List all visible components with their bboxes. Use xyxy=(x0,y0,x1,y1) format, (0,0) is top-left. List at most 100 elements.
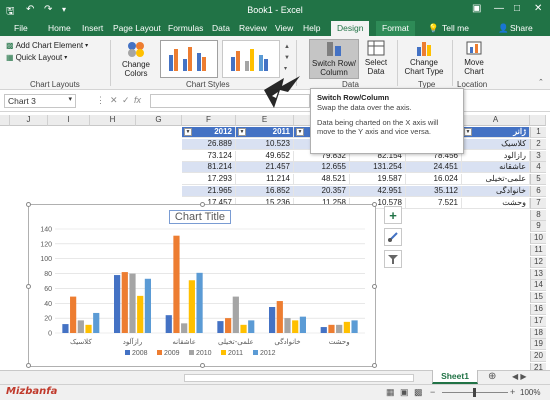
resize-handle[interactable] xyxy=(26,284,31,289)
tab-data[interactable]: Data xyxy=(212,23,230,33)
table-cell[interactable]: کلاسیک xyxy=(462,138,530,150)
table-cell[interactable]: 26.889 xyxy=(182,138,236,150)
row-header[interactable]: 20 xyxy=(530,351,546,363)
add-sheet-icon[interactable]: ⊕ xyxy=(488,371,496,382)
table-header-cell[interactable]: ▼ 2012 xyxy=(182,127,236,138)
table-cell[interactable]: 16.852 xyxy=(236,186,294,197)
row-header[interactable]: 19 xyxy=(530,339,546,351)
table-cell[interactable]: 48.521 xyxy=(294,174,350,186)
column-header[interactable]: I xyxy=(48,115,90,126)
resize-handle[interactable] xyxy=(372,202,377,207)
row-header[interactable]: 5 xyxy=(530,174,546,186)
resize-handle[interactable] xyxy=(26,363,31,368)
table-cell[interactable]: 21.965 xyxy=(182,186,236,197)
table-cell[interactable]: 21.457 xyxy=(236,162,294,174)
tab-review[interactable]: Review xyxy=(239,23,267,33)
table-cell[interactable]: 131.254 xyxy=(350,162,406,174)
maximize-button[interactable]: □ xyxy=(514,3,520,14)
view-normal-icon[interactable]: ▦ xyxy=(386,387,395,398)
table-cell[interactable]: 81.214 xyxy=(182,162,236,174)
zoom-slider-thumb[interactable] xyxy=(473,388,476,397)
fx-icon[interactable]: fx xyxy=(134,95,141,105)
name-box[interactable]: Chart 3 ▾ xyxy=(4,94,76,108)
resize-handle[interactable] xyxy=(200,363,205,368)
table-cell[interactable]: 35.112 xyxy=(406,186,462,197)
column-header[interactable]: E xyxy=(236,115,294,126)
tab-format[interactable]: Format xyxy=(376,21,415,36)
tab-insert[interactable]: Insert xyxy=(82,23,103,33)
change-colors-button[interactable]: Change Colors xyxy=(116,39,156,78)
switch-row-column-button[interactable]: Switch Row/ Column xyxy=(309,39,359,79)
table-cell[interactable]: 20.357 xyxy=(294,186,350,197)
row-header[interactable]: 2 xyxy=(530,138,546,150)
resize-handle[interactable] xyxy=(200,202,205,207)
chart-style-2[interactable] xyxy=(222,40,280,78)
table-cell[interactable]: 11.214 xyxy=(236,174,294,186)
row-header[interactable]: 1 xyxy=(530,127,546,138)
filter-dropdown-icon[interactable]: ▼ xyxy=(296,128,304,136)
tab-formulas[interactable]: Formulas xyxy=(168,23,203,33)
row-header[interactable]: 7 xyxy=(530,197,546,209)
zoom-out-icon[interactable]: − xyxy=(430,387,435,397)
filter-dropdown-icon[interactable]: ▼ xyxy=(464,128,472,136)
row-header[interactable]: 4 xyxy=(530,162,546,174)
gallery-scroll[interactable]: ▲ ▼ ▾ xyxy=(284,42,290,75)
table-cell[interactable]: رازآلود xyxy=(462,150,530,162)
tab-design[interactable]: Design xyxy=(331,21,370,36)
minimize-button[interactable]: — xyxy=(494,3,504,14)
select-data-button[interactable]: Select Data xyxy=(361,39,391,76)
row-header[interactable]: 11 xyxy=(530,245,546,256)
table-cell[interactable]: 24.451 xyxy=(406,162,462,174)
row-header[interactable]: 12 xyxy=(530,256,546,268)
scroll-tabs-icon[interactable]: ◀ ▶ xyxy=(512,372,527,381)
row-header[interactable]: 15 xyxy=(530,292,546,304)
row-header[interactable]: 18 xyxy=(530,327,546,339)
row-header[interactable]: 21 xyxy=(530,363,546,370)
tab-view[interactable]: View xyxy=(275,23,293,33)
chart-object[interactable]: Chart Title 0 20 40 60 80 100 120 140 کلاسیک رازآ… xyxy=(26,202,377,368)
row-header[interactable]: 10 xyxy=(530,233,546,245)
column-header[interactable]: J xyxy=(10,115,48,126)
table-cell[interactable]: 16.024 xyxy=(406,174,462,186)
column-header[interactable]: F xyxy=(182,115,236,126)
filter-dropdown-icon[interactable]: ▼ xyxy=(238,128,246,136)
table-cell[interactable]: 7.521 xyxy=(406,197,462,209)
table-cell[interactable]: 17.293 xyxy=(182,174,236,186)
resize-handle[interactable] xyxy=(26,202,31,207)
chart-elements-button[interactable]: + xyxy=(384,206,402,224)
view-page-break-icon[interactable]: ▩ xyxy=(414,387,423,398)
table-cell[interactable]: 42.951 xyxy=(350,186,406,197)
tab-home[interactable]: Home xyxy=(48,23,71,33)
column-header[interactable]: H xyxy=(90,115,136,126)
resize-handle[interactable] xyxy=(372,363,377,368)
table-cell[interactable]: 19.587 xyxy=(350,174,406,186)
table-cell[interactable]: 10.523 xyxy=(236,138,294,150)
close-button[interactable]: ✕ xyxy=(534,3,542,14)
ribbon-display-icon[interactable]: ▣ xyxy=(472,3,481,14)
row-header[interactable]: 16 xyxy=(530,304,546,315)
cancel-icon[interactable]: ✕ xyxy=(110,95,118,106)
table-cell[interactable]: خانوادگی xyxy=(462,186,530,197)
share-button[interactable]: Share xyxy=(510,23,533,33)
table-cell[interactable]: علمی-تخیلی xyxy=(462,174,530,186)
table-header-cell[interactable]: ▼ 2011 xyxy=(236,127,294,138)
add-chart-element-button[interactable]: ▩ Add Chart Element ▾ xyxy=(6,41,88,50)
enter-icon[interactable]: ✓ xyxy=(122,95,130,106)
row-header[interactable]: 3 xyxy=(530,150,546,162)
collapse-ribbon-icon[interactable]: ⌃ xyxy=(538,78,544,86)
filter-dropdown-icon[interactable]: ▼ xyxy=(184,128,192,136)
row-header[interactable]: 14 xyxy=(530,280,546,292)
resize-handle[interactable] xyxy=(372,284,377,289)
move-chart-button[interactable]: Move Chart xyxy=(458,39,490,76)
quick-layout-button[interactable]: ▦ Quick Layout ▾ xyxy=(6,53,67,62)
table-cell[interactable]: عاشقانه xyxy=(462,162,530,174)
tab-page-layout[interactable]: Page Layout xyxy=(113,23,161,33)
column-header[interactable]: A xyxy=(462,115,530,126)
column-header[interactable]: G xyxy=(136,115,182,126)
row-header[interactable]: 8 xyxy=(530,209,546,221)
row-header[interactable]: 6 xyxy=(530,186,546,197)
row-header[interactable]: 13 xyxy=(530,268,546,280)
table-cell[interactable]: وحشت xyxy=(462,197,530,209)
tell-me-box[interactable]: Tell me xyxy=(442,23,469,33)
row-header[interactable]: 17 xyxy=(530,315,546,327)
